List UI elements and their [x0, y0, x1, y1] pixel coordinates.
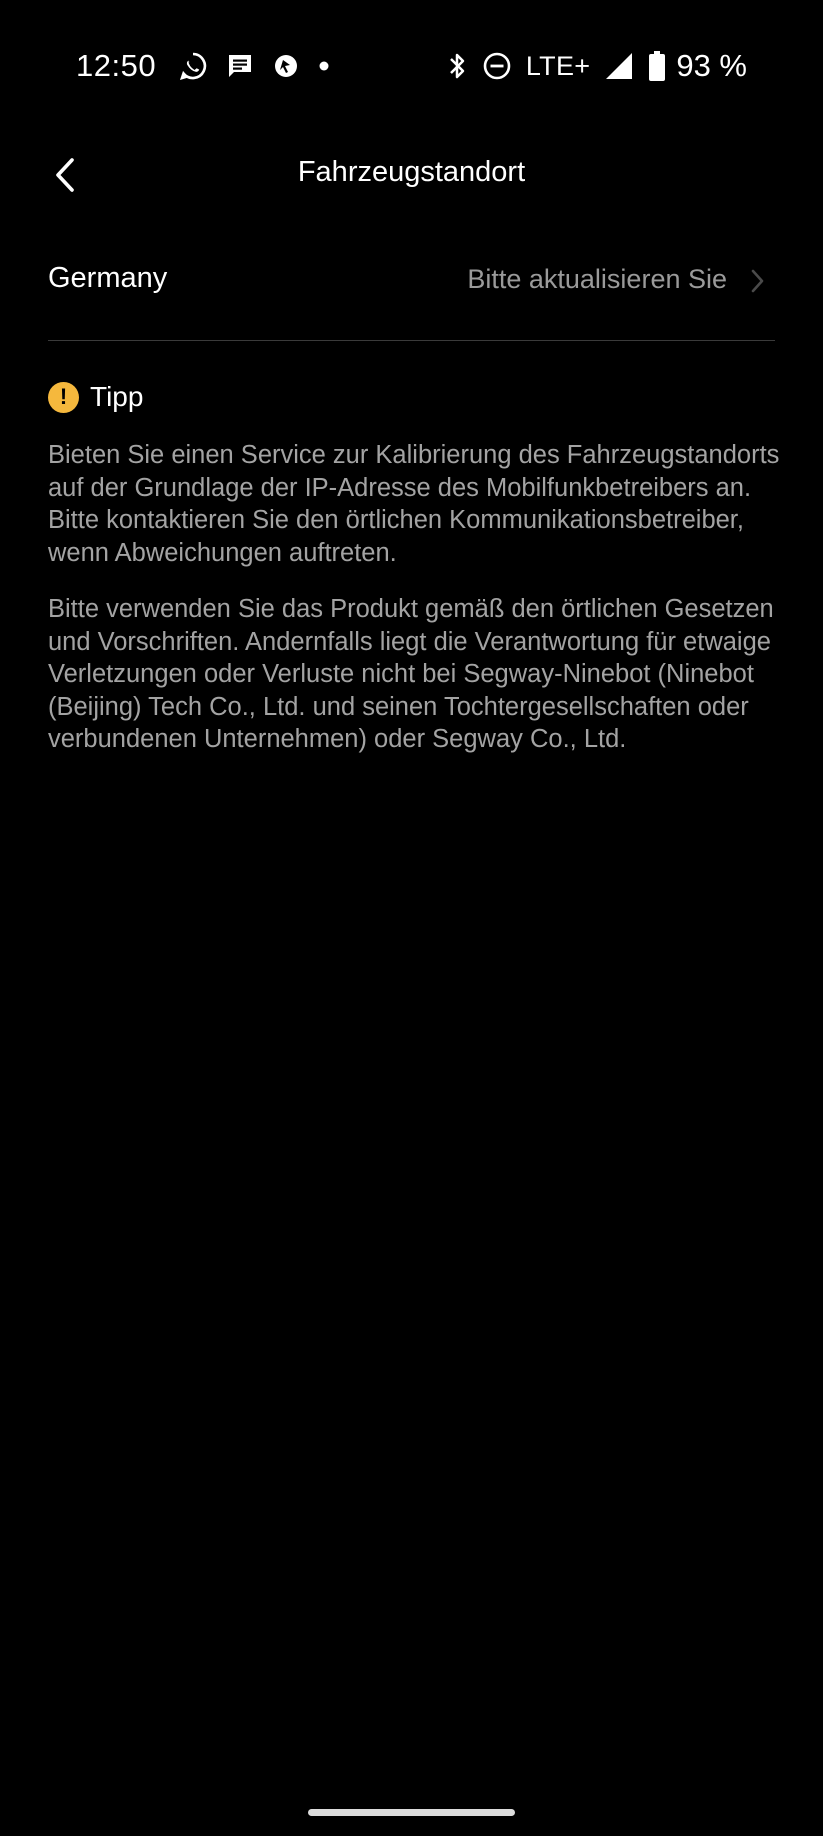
status-bar: 12:50 LTE+ 93 %	[0, 0, 823, 130]
battery-level: 93 %	[676, 48, 747, 83]
whatsapp-icon	[178, 51, 208, 81]
tip-paragraph-1: Bieten Sie einen Service zur Kalibrierun…	[48, 441, 780, 567]
tip-header: ! Tipp	[48, 381, 143, 413]
dot-icon	[318, 60, 330, 72]
status-left: 12:50	[76, 46, 348, 86]
home-indicator[interactable]	[308, 1809, 515, 1816]
tip-title: Tipp	[90, 381, 144, 412]
exclamation-icon: !	[48, 381, 79, 413]
message-icon	[226, 52, 254, 80]
location-value: Bitte aktualisieren Sie	[467, 264, 727, 294]
location-row[interactable]: Germany Bitte aktualisieren Sie	[48, 244, 775, 341]
lte-icon: LTE+	[525, 50, 591, 81]
signal-icon	[604, 51, 634, 81]
bluetooth-icon	[446, 50, 468, 82]
page-title: Fahrzeugstandort	[297, 156, 526, 188]
tip-paragraph-2: Bitte verwenden Sie das Produkt gemäß de…	[48, 595, 774, 753]
app-header: Fahrzeugstandort	[0, 140, 823, 210]
location-label: Germany	[48, 262, 168, 294]
chevron-right-icon	[745, 266, 769, 296]
do-not-disturb-icon	[482, 51, 512, 81]
vpn-icon	[272, 52, 300, 80]
status-right: LTE+ 93 %	[432, 46, 747, 86]
clock: 12:50	[76, 48, 157, 83]
battery-icon	[648, 50, 666, 82]
